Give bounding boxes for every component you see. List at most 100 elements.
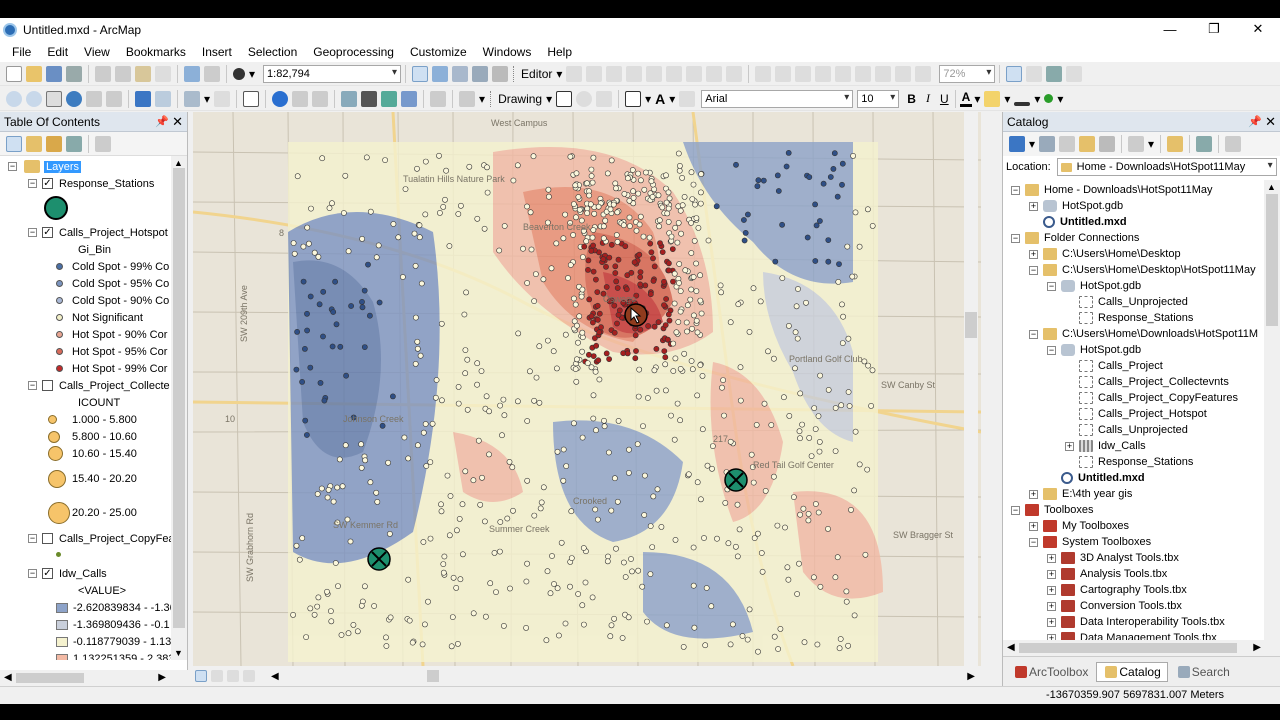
list-by-source-icon[interactable] — [26, 135, 42, 152]
drawing-menu[interactable]: Drawing — [496, 92, 544, 106]
font-color-icon[interactable]: A — [959, 90, 973, 107]
catalog-node-label[interactable]: Calls_Unprojected — [1098, 424, 1188, 436]
catalog-node[interactable]: + HotSpot.gdb — [1029, 198, 1123, 214]
connect-to-folder-icon[interactable] — [1099, 136, 1116, 152]
catalog-node-toggle[interactable]: + — [1029, 201, 1038, 211]
layers-collapse-toggle[interactable]: − — [8, 162, 17, 171]
edit-tool-icon[interactable] — [566, 65, 583, 82]
catalog-node-label[interactable]: Response_Stations — [1098, 312, 1193, 324]
layer-checkbox-response-stations[interactable]: ✓ — [42, 178, 53, 189]
add-data-icon[interactable] — [233, 67, 245, 80]
catalog-pin-icon[interactable]: 📌 — [1248, 115, 1262, 128]
hyperlink-icon[interactable] — [312, 90, 329, 107]
font-size-combo[interactable]: 10 — [857, 89, 900, 108]
layer-toggle-hotspot[interactable]: − — [28, 228, 37, 237]
print-icon[interactable] — [66, 65, 82, 82]
rotate-element-icon[interactable] — [576, 90, 593, 107]
toc-options-icon[interactable] — [95, 135, 111, 152]
catalog-node-label[interactable]: Calls_Project_CopyFeatures — [1098, 392, 1238, 404]
catalog-node[interactable]: + Analysis Tools.tbx — [1047, 566, 1167, 582]
pan-hand-icon[interactable] — [46, 90, 62, 107]
open-folder-icon[interactable] — [26, 65, 42, 82]
sketch-properties-icon[interactable] — [706, 65, 723, 82]
find-binoculars-icon[interactable] — [361, 90, 378, 107]
catalog-vertical-scrollbar[interactable]: ▲ ▼ — [1264, 180, 1280, 656]
list-by-selection-icon[interactable] — [66, 135, 82, 152]
go-home-icon[interactable] — [1079, 136, 1096, 152]
time-slider-icon[interactable] — [430, 90, 447, 107]
catalog-node-label[interactable]: E:\4th year gis — [1062, 488, 1132, 500]
layers-root-label[interactable]: Layers — [44, 160, 82, 173]
catalog-forward-icon[interactable] — [1039, 136, 1056, 152]
create-viewer-window-icon[interactable] — [459, 90, 476, 107]
edit-annotation-icon[interactable] — [586, 65, 603, 82]
catalog-node[interactable]: + E:\4th year gis — [1029, 486, 1132, 502]
font-combo[interactable]: Arial — [701, 89, 854, 108]
catalog-node[interactable]: Calls_Unprojected — [1065, 294, 1188, 310]
catalog-node[interactable]: Calls_Project_Hotspot — [1065, 406, 1207, 422]
catalog-node-label[interactable]: Folder Connections — [1044, 232, 1139, 244]
italic-button[interactable]: I — [924, 91, 932, 106]
menu-insert[interactable]: Insert — [194, 45, 240, 59]
catalog-node-label[interactable]: Data Interoperability Tools.tbx — [1080, 616, 1225, 628]
catalog-node[interactable]: Response_Stations — [1065, 454, 1193, 470]
layer-name-idw[interactable]: Idw_Calls — [59, 568, 107, 580]
map-hscroll-right[interactable]: ▶ — [967, 671, 975, 682]
catalog-node-toggle[interactable]: + — [1047, 569, 1056, 579]
split-tool-icon[interactable] — [646, 65, 663, 82]
back-extent-icon[interactable] — [895, 65, 912, 82]
create-features-icon[interactable] — [726, 65, 743, 82]
zoom-to-selected-elements-icon[interactable] — [596, 90, 613, 107]
rotate-tool-icon[interactable] — [666, 65, 683, 82]
catalog-node-toggle[interactable]: − — [1011, 233, 1020, 243]
menu-help[interactable]: Help — [539, 45, 580, 59]
map-hscroll-thumb[interactable] — [426, 670, 439, 682]
catalog-node[interactable]: − C:\Users\Home\Desktop\HotSpot11May — [1029, 262, 1256, 278]
data-driven-pages-icon[interactable] — [1066, 65, 1083, 82]
catalog-node[interactable]: +3D Analyst Tools.tbx — [1047, 550, 1179, 566]
catalog-node-toggle[interactable]: + — [1047, 553, 1056, 563]
close-window-button[interactable]: ✕ — [1236, 18, 1280, 40]
catalog-node-toggle[interactable]: + — [1029, 489, 1038, 499]
new-folder-icon[interactable] — [1167, 136, 1184, 152]
catalog-node[interactable]: − Home - Downloads\HotSpot11May — [1011, 182, 1213, 198]
catalog-node[interactable]: + My Toolboxes — [1029, 518, 1129, 534]
identify-icon[interactable] — [272, 90, 289, 107]
catalog-options-icon[interactable] — [1225, 136, 1242, 152]
layout-zoom-in-icon[interactable] — [755, 65, 772, 82]
go-to-xy-icon[interactable] — [401, 90, 418, 107]
tab-catalog[interactable]: Catalog — [1096, 661, 1168, 682]
editor-toolbar-icon[interactable] — [412, 65, 429, 82]
change-layout-icon[interactable] — [1046, 65, 1063, 82]
layer-name-copy-features[interactable]: Calls_Project_CopyFea — [59, 533, 172, 545]
layout-zoom-out-icon[interactable] — [775, 65, 792, 82]
catalog-node-toggle[interactable]: − — [1011, 185, 1020, 195]
full-extent-globe-icon[interactable] — [66, 90, 82, 107]
undo-icon[interactable] — [184, 65, 200, 82]
map-vscroll-thumb[interactable] — [965, 312, 977, 338]
catalog-node-toggle[interactable]: + — [1047, 601, 1056, 611]
catalog-back-icon[interactable] — [1009, 136, 1025, 152]
toc-scroll-thumb[interactable] — [173, 168, 185, 628]
menu-view[interactable]: View — [76, 45, 118, 59]
catalog-node-label[interactable]: Idw_Calls — [1098, 440, 1146, 452]
fixed-zoom-out-icon[interactable] — [875, 65, 892, 82]
map-canvas[interactable]: West Campus Oswego Portland Golf Club Re… — [193, 112, 981, 666]
menu-edit[interactable]: Edit — [39, 45, 76, 59]
editor-menu[interactable]: Editor — [519, 67, 554, 81]
tab-arctoolbox[interactable]: ArcToolbox — [1007, 663, 1094, 681]
list-by-drawing-order-icon[interactable] — [6, 135, 22, 152]
layer-toggle-response-stations[interactable]: − — [28, 179, 37, 188]
catalog-node-label[interactable]: C:\Users\Home\Desktop\HotSpot11May — [1062, 264, 1256, 276]
map-scale-combo[interactable]: 1:82,794 — [263, 64, 402, 83]
find-route-icon[interactable] — [381, 90, 398, 107]
catalog-node-label[interactable]: Cartography Tools.tbx — [1080, 584, 1187, 596]
attributes-icon[interactable] — [686, 65, 703, 82]
catalog-node-label[interactable]: 3D Analyst Tools.tbx — [1080, 552, 1179, 564]
menu-customize[interactable]: Customize — [402, 45, 475, 59]
up-one-level-icon[interactable] — [1059, 136, 1076, 152]
map-vertical-scrollbar[interactable] — [964, 112, 978, 666]
layer-name-response-stations[interactable]: Response_Stations — [59, 178, 154, 190]
layout-view-button[interactable] — [211, 670, 223, 682]
catalog-node-toggle[interactable]: − — [1029, 265, 1038, 275]
